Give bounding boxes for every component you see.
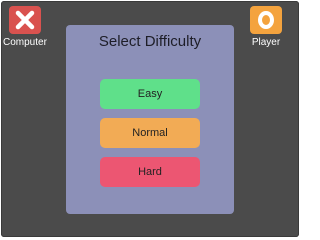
player-mark-tile	[250, 6, 282, 34]
hard-button[interactable]: Hard	[100, 157, 200, 187]
x-mark-icon	[15, 10, 35, 30]
normal-button[interactable]: Normal	[100, 118, 200, 148]
computer-player-indicator: Computer	[3, 6, 47, 48]
difficulty-dialog: Select Difficulty Easy Normal Hard	[66, 25, 234, 214]
game-screen: Computer Player Select Difficulty Easy N…	[1, 1, 299, 237]
computer-mark-tile	[9, 6, 41, 34]
player-label: Player	[251, 37, 281, 48]
computer-label: Computer	[3, 37, 47, 48]
easy-button[interactable]: Easy	[100, 79, 200, 109]
human-player-indicator: Player	[246, 6, 286, 48]
dialog-title: Select Difficulty	[98, 33, 202, 50]
o-mark-icon	[258, 11, 274, 29]
